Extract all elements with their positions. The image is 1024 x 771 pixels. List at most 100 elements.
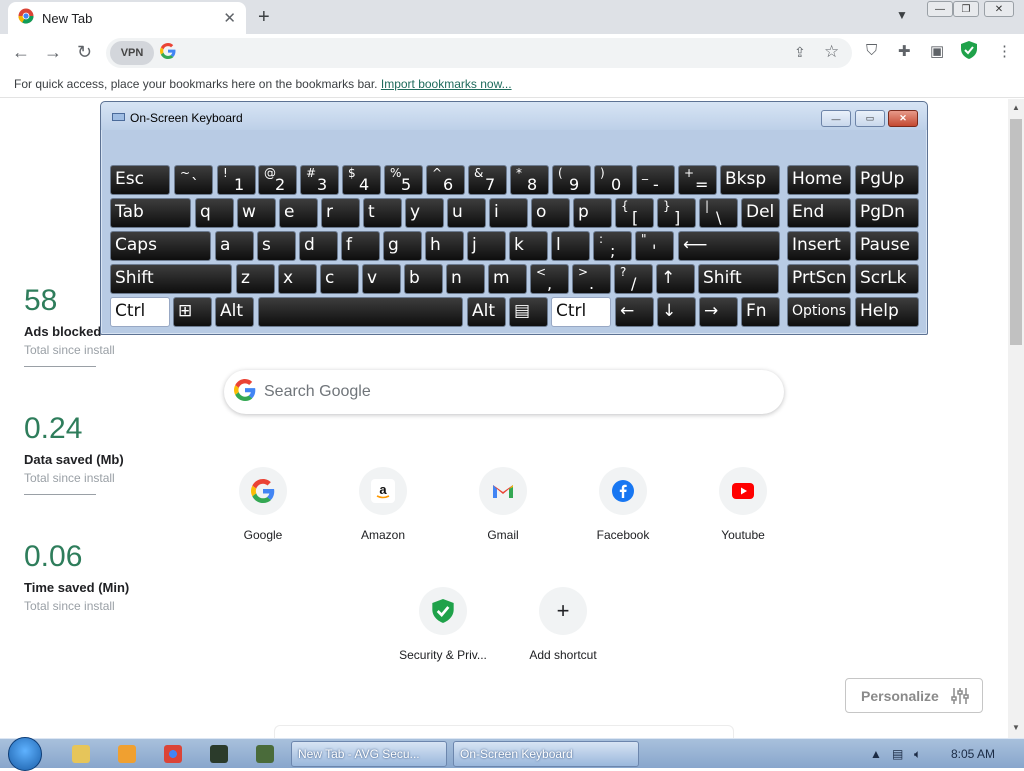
menu-kebab-icon[interactable]: ⋮ <box>997 42 1012 60</box>
add-shortcut-button[interactable]: + Add shortcut <box>507 587 619 662</box>
key-`[interactable]: ~ ` <box>174 165 213 195</box>
key-▤[interactable]: ▤ <box>509 297 548 327</box>
key-k[interactable]: k <box>509 231 548 261</box>
network-icon[interactable]: ▤ <box>892 747 903 761</box>
key-alt[interactable]: Alt <box>467 297 506 327</box>
forward-icon[interactable]: → <box>44 42 62 63</box>
key-ctrl[interactable]: Ctrl <box>551 297 611 327</box>
key-s[interactable]: s <box>257 231 296 261</box>
clock[interactable]: 8:05 AM <box>951 747 995 761</box>
key-alt[interactable]: Alt <box>215 297 254 327</box>
key-h[interactable]: h <box>425 231 464 261</box>
key--[interactable]: _ - <box>636 165 675 195</box>
scroll-up-icon[interactable]: ▲ <box>1012 103 1020 112</box>
key-c[interactable]: c <box>320 264 359 294</box>
key-←[interactable]: ← <box>615 297 654 327</box>
key-a[interactable]: a <box>215 231 254 261</box>
key-⊞[interactable]: ⊞ <box>173 297 212 327</box>
osk-restore-button[interactable]: ▭ <box>855 110 885 127</box>
new-tab-button[interactable]: + <box>258 6 270 29</box>
reload-icon[interactable]: ↻ <box>77 42 92 63</box>
key-f[interactable]: f <box>341 231 380 261</box>
key-→[interactable]: → <box>699 297 738 327</box>
key-4[interactable]: $4 <box>342 165 381 195</box>
key-j[interactable]: j <box>467 231 506 261</box>
key-m[interactable]: m <box>488 264 527 294</box>
key-2[interactable]: @2 <box>258 165 297 195</box>
key-insert[interactable]: Insert <box>787 231 851 261</box>
avg-shield-icon[interactable] <box>961 41 977 63</box>
scroll-thumb[interactable] <box>1010 119 1022 345</box>
explorer-icon[interactable] <box>72 745 90 763</box>
omnibox[interactable]: VPN ⇪ ☆ <box>106 38 852 68</box>
osk-minimize-button[interactable]: — <box>821 110 851 127</box>
key-d[interactable]: d <box>299 231 338 261</box>
key-6[interactable]: ^ 6 <box>426 165 465 195</box>
key-1[interactable]: ! 1 <box>217 165 256 195</box>
key-ctrl[interactable]: Ctrl <box>110 297 170 327</box>
key-\[interactable]: | \ <box>699 198 738 228</box>
scroll-down-icon[interactable]: ▼ <box>1012 723 1020 732</box>
media-player-icon[interactable] <box>118 745 136 763</box>
key-shift[interactable]: Shift <box>110 264 232 294</box>
vpn-button[interactable]: VPN <box>110 41 154 65</box>
key-end[interactable]: End <box>787 198 851 228</box>
key-x[interactable]: x <box>278 264 317 294</box>
osk-close-button[interactable]: ✕ <box>888 110 918 127</box>
shortcut-facebook[interactable]: Facebook <box>567 467 679 542</box>
key-pause[interactable]: Pause <box>855 231 919 261</box>
app-icon[interactable] <box>256 745 274 763</box>
key-,[interactable]: <, <box>530 264 569 294</box>
tray-expand-icon[interactable]: ▲ <box>870 747 882 761</box>
key-5[interactable]: % 5 <box>384 165 423 195</box>
key-i[interactable]: i <box>489 198 528 228</box>
key-=[interactable]: + = <box>678 165 717 195</box>
key-8[interactable]: * 8 <box>510 165 549 195</box>
key-[[interactable]: {[ <box>615 198 654 228</box>
key-n[interactable]: n <box>446 264 485 294</box>
key-][interactable]: }] <box>657 198 696 228</box>
key-↓[interactable]: ↓ <box>657 297 696 327</box>
key-esc[interactable]: Esc <box>110 165 170 195</box>
key-g[interactable]: g <box>383 231 422 261</box>
tab-search-icon[interactable]: ▼ <box>896 8 908 22</box>
key-tab[interactable]: Tab <box>110 198 191 228</box>
key-t[interactable]: t <box>363 198 402 228</box>
restore-button[interactable]: ❐ <box>953 1 979 17</box>
key-l[interactable]: l <box>551 231 590 261</box>
key-shift[interactable]: Shift <box>698 264 779 294</box>
terminal-icon[interactable] <box>210 745 228 763</box>
volume-icon[interactable]: 🔈︎ <box>914 747 921 762</box>
taskbar-task-osk[interactable]: On-Screen Keyboard <box>453 741 639 767</box>
osk-titlebar[interactable]: On-Screen Keyboard — ▭ ✕ <box>101 102 927 130</box>
key-home[interactable]: Home <box>787 165 851 195</box>
key-scrlk[interactable]: ScrLk <box>855 264 919 294</box>
shortcut-youtube[interactable]: Youtube <box>687 467 799 542</box>
key-⟵[interactable]: ⟵ <box>678 231 780 261</box>
share-icon[interactable]: ⇪ <box>794 44 806 61</box>
key-fn[interactable]: Fn <box>741 297 780 327</box>
taskbar-task-chrome[interactable]: New Tab - AVG Secu... <box>291 741 447 767</box>
minimize-button[interactable]: — <box>927 1 953 17</box>
page-scrollbar[interactable]: ▲ ▼ <box>1008 99 1024 738</box>
shortcut-amazon[interactable]: a Amazon <box>327 467 439 542</box>
key-del[interactable]: Del <box>741 198 780 228</box>
key-options[interactable]: Options <box>787 297 851 327</box>
tab-close-icon[interactable]: ✕ <box>223 9 236 27</box>
key-prtscn[interactable]: PrtScn <box>787 264 851 294</box>
key-w[interactable]: w <box>237 198 276 228</box>
key-u[interactable]: u <box>447 198 486 228</box>
personalize-button[interactable]: Personalize <box>845 678 983 713</box>
key-.[interactable]: >. <box>572 264 611 294</box>
key-space[interactable] <box>258 297 463 327</box>
shortcut-google[interactable]: Google <box>207 467 319 542</box>
key-3[interactable]: #3 <box>300 165 339 195</box>
key-'[interactable]: " ' <box>635 231 674 261</box>
key-caps[interactable]: Caps <box>110 231 211 261</box>
close-button[interactable]: ✕ <box>984 1 1014 17</box>
google-search-box[interactable]: Search Google <box>224 370 784 414</box>
key-;[interactable]: :; <box>593 231 632 261</box>
key-p[interactable]: p <box>573 198 612 228</box>
tab-new-tab[interactable]: New Tab ✕ <box>8 2 246 34</box>
key-v[interactable]: v <box>362 264 401 294</box>
